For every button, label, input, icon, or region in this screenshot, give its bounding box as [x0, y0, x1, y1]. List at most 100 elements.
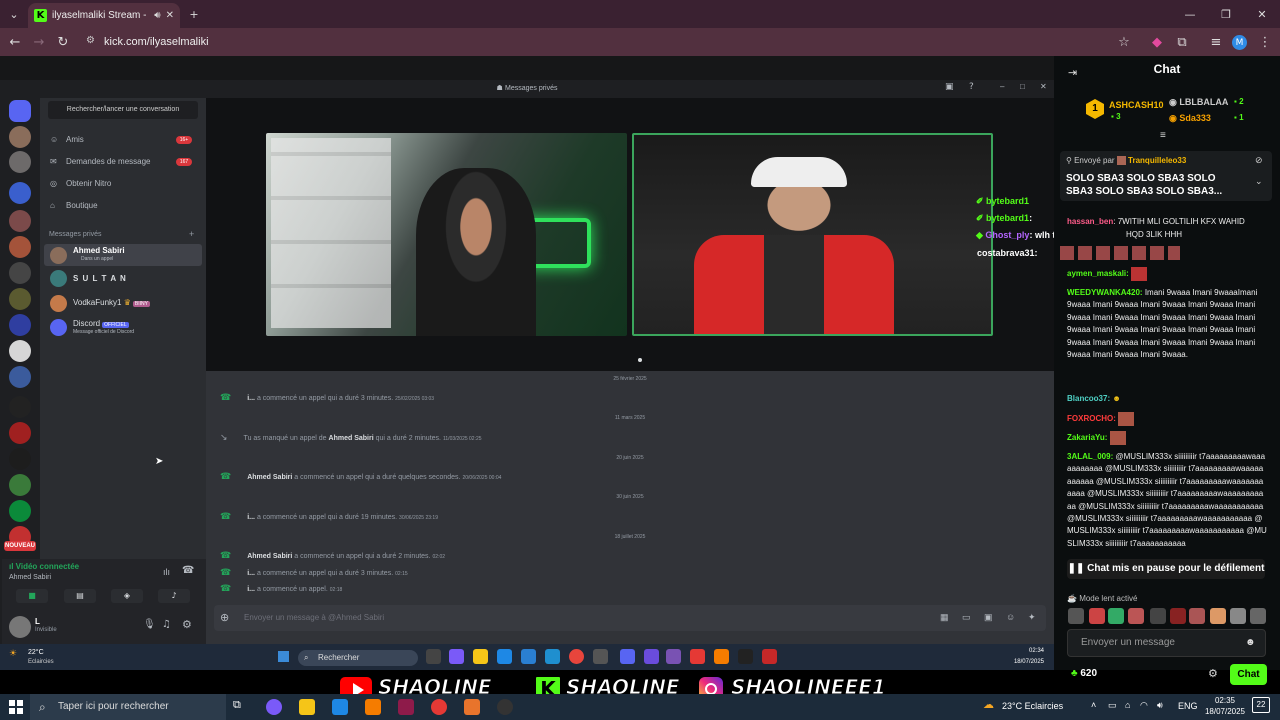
camera-feed-left[interactable]: [266, 133, 627, 336]
gif-icon[interactable]: ▭: [962, 612, 971, 623]
media-control-icon[interactable]: ≡: [1207, 33, 1225, 51]
taskbar-clock-date[interactable]: 18/07/2025: [1201, 707, 1249, 716]
disconnect-icon[interactable]: ☎: [182, 565, 194, 576]
file-explorer-icon[interactable]: [299, 699, 315, 715]
emoji-picker-icon[interactable]: ☻: [1245, 637, 1256, 648]
browser-tab[interactable]: K ilyaselmaliki Stream - Watc 🔊︎ ✕: [28, 3, 180, 28]
obs-icon[interactable]: [497, 699, 513, 715]
back-icon[interactable]: ←: [6, 33, 24, 51]
screen-share-button[interactable]: ▤: [64, 589, 96, 603]
server-icon[interactable]: [9, 262, 31, 284]
extensions-puzzle-icon[interactable]: ⧉: [1173, 33, 1191, 51]
attach-plus-icon[interactable]: ⊕: [220, 611, 229, 624]
profile-avatar[interactable]: M: [1232, 35, 1247, 50]
tab-search-icon[interactable]: ⌄: [0, 4, 28, 24]
quick-emote[interactable]: [1128, 608, 1144, 624]
taskbar-weather[interactable]: 23°C Eclaircies: [1002, 701, 1063, 711]
quick-emote[interactable]: [1210, 608, 1226, 624]
battery-icon[interactable]: ▭: [1108, 700, 1117, 711]
taskbar-search-box[interactable]: ⌕ Taper ici pour rechercher: [30, 694, 226, 720]
show-hidden-icons[interactable]: ˄: [1091, 700, 1096, 710]
nav-message-requests[interactable]: Demandes de message: [66, 157, 151, 166]
notification-center-badge[interactable]: 22: [1252, 697, 1270, 713]
camera-feed-right[interactable]: [632, 133, 993, 336]
quick-emote[interactable]: [1150, 608, 1166, 624]
chat-settings-gear-icon[interactable]: ⚙: [1208, 667, 1218, 680]
quick-emote[interactable]: [1250, 608, 1266, 624]
server-icon[interactable]: [9, 288, 31, 310]
unpin-icon[interactable]: ⊘: [1255, 155, 1263, 166]
discord-close-icon[interactable]: ✕: [1040, 82, 1047, 91]
discord-home-icon[interactable]: [9, 100, 31, 122]
forward-icon[interactable]: →: [30, 33, 48, 51]
emoji-icon[interactable]: ☺: [1006, 612, 1015, 622]
nav-friends[interactable]: Amis: [66, 135, 84, 144]
bookmark-star-icon[interactable]: ☆: [1115, 33, 1133, 51]
restore-icon[interactable]: ❐: [1208, 4, 1244, 24]
edge-icon[interactable]: [332, 699, 348, 715]
quick-emote[interactable]: [1189, 608, 1205, 624]
network-icon[interactable]: ⌂: [1125, 700, 1130, 710]
server-icon[interactable]: [9, 396, 31, 418]
add-dm-icon[interactable]: +: [189, 229, 194, 239]
url-field[interactable]: ⚙ kick.com/ilyaselmaliki: [80, 31, 1140, 53]
language-indicator[interactable]: ENG: [1178, 701, 1198, 711]
microphone-icon[interactable]: 🎙︎: [143, 619, 156, 630]
quick-emote[interactable]: [1108, 608, 1124, 624]
server-icon[interactable]: [9, 422, 31, 444]
headphones-icon[interactable]: ♫: [162, 619, 171, 630]
server-icon[interactable]: [9, 210, 31, 232]
chat-send-button[interactable]: Chat: [1230, 664, 1267, 685]
volume-icon[interactable]: 🔊︎: [1157, 700, 1163, 711]
task-view-icon[interactable]: ⧉: [233, 699, 241, 712]
channel-points[interactable]: ♣ 620: [1071, 668, 1097, 679]
server-icon[interactable]: [9, 500, 31, 522]
tab-audio-icon[interactable]: 🔊︎: [154, 10, 160, 21]
windows-start-icon[interactable]: [9, 700, 23, 714]
activity-button[interactable]: ◈: [111, 589, 143, 603]
reload-icon[interactable]: ↻: [54, 33, 72, 51]
taskbar-clock-time[interactable]: 02:35: [1205, 696, 1245, 705]
tab-close-icon[interactable]: ✕: [166, 10, 174, 21]
sticker-icon[interactable]: ▣: [984, 612, 993, 623]
discord-maximize-icon[interactable]: □: [1020, 82, 1025, 91]
server-icon[interactable]: [9, 151, 31, 173]
server-icon[interactable]: [9, 126, 31, 148]
server-icon[interactable]: [9, 474, 31, 496]
inbox-icon[interactable]: ▣: [945, 82, 954, 92]
dm-message-input[interactable]: Envoyer un message à @Ahmed Sabiri: [214, 605, 1046, 631]
wifi-icon[interactable]: ◠: [1140, 700, 1148, 711]
expand-pinned-icon[interactable]: ⌄: [1255, 176, 1263, 187]
chat-paused-bar[interactable]: ❚❚ Chat mis en pause pour le défilement: [1067, 559, 1265, 579]
chrome-icon[interactable]: [431, 699, 447, 715]
nav-shop[interactable]: Boutique: [66, 201, 98, 210]
server-icon[interactable]: [9, 314, 31, 336]
quick-emote[interactable]: [1230, 608, 1246, 624]
taskbar-app-icon[interactable]: [398, 699, 414, 715]
extension-icon[interactable]: ◆: [1148, 33, 1166, 51]
leaderboard-expand-icon[interactable]: ≡: [1160, 130, 1166, 141]
taskbar-app-icon[interactable]: [365, 699, 381, 715]
site-info-icon[interactable]: ⚙: [86, 35, 95, 46]
apps-icon[interactable]: ✦: [1028, 612, 1036, 623]
soundboard-button[interactable]: ♪: [158, 589, 190, 603]
user-settings-gear-icon[interactable]: ⚙: [182, 618, 192, 631]
chat-message-input[interactable]: Envoyer un message: [1067, 629, 1266, 657]
server-icon[interactable]: [9, 236, 31, 258]
quick-emote[interactable]: [1170, 608, 1186, 624]
help-icon[interactable]: ?: [969, 82, 974, 92]
quick-emote[interactable]: [1089, 608, 1105, 624]
close-window-icon[interactable]: ✕: [1244, 4, 1280, 24]
taskbar-app-icon[interactable]: [464, 699, 480, 715]
nav-nitro[interactable]: Obtenir Nitro: [66, 179, 111, 188]
quick-emote[interactable]: [1068, 608, 1084, 624]
minimize-icon[interactable]: —: [1172, 4, 1208, 24]
copilot-icon[interactable]: [266, 699, 282, 715]
discord-minimize-icon[interactable]: –: [1000, 82, 1004, 91]
dm-search-input[interactable]: Rechercher/lancer une conversation: [48, 101, 198, 119]
browser-menu-icon[interactable]: ⋮: [1256, 33, 1274, 51]
server-icon[interactable]: [9, 366, 31, 388]
new-tab-icon[interactable]: +: [180, 4, 208, 24]
camera-button[interactable]: ■: [16, 589, 48, 603]
server-icon[interactable]: [9, 182, 31, 204]
